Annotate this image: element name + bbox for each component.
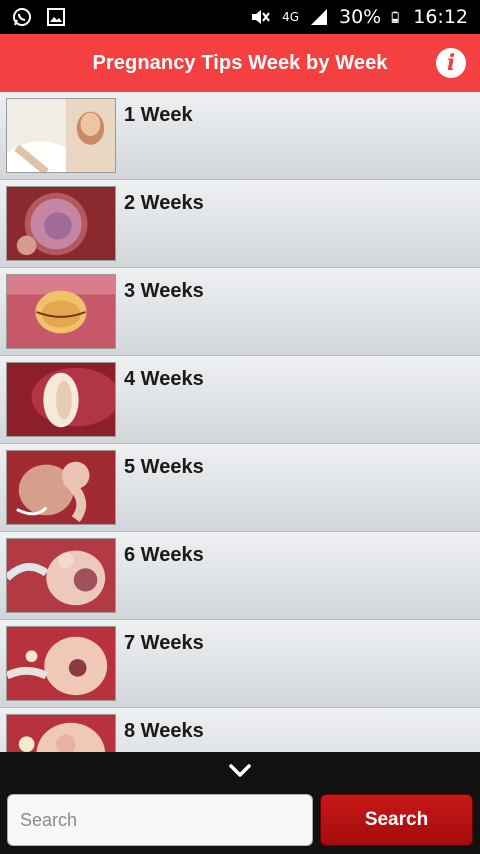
list-item-week-5[interactable]: 5 Weeks (0, 444, 480, 532)
week-thumbnail (6, 626, 116, 701)
battery-percent: 30% (339, 6, 382, 28)
week-thumbnail (6, 362, 116, 437)
week-label: 2 Weeks (124, 192, 204, 214)
week-label: 7 Weeks (124, 632, 204, 654)
mute-icon (252, 10, 270, 24)
list-item-week-6[interactable]: 6 Weeks (0, 532, 480, 620)
bottom-bar: Search (0, 752, 480, 854)
app-header: Pregnancy Tips Week by Week i (0, 34, 480, 92)
week-thumbnail (6, 274, 116, 349)
page-title: Pregnancy Tips Week by Week (92, 51, 388, 74)
chevron-down-icon[interactable] (226, 762, 254, 780)
week-thumbnail (6, 450, 116, 525)
week-label: 5 Weeks (124, 456, 204, 478)
week-label: 8 Weeks (124, 720, 204, 742)
list-item-week-2[interactable]: 2 Weeks (0, 180, 480, 268)
week-label: 3 Weeks (124, 280, 204, 302)
week-thumbnail (6, 186, 116, 261)
week-thumbnail (6, 714, 116, 752)
status-right: 4G 30% 16:12 (248, 6, 468, 28)
status-left (12, 7, 66, 27)
list-item-week-1[interactable]: 1 Week (0, 92, 480, 180)
image-icon (47, 8, 65, 26)
battery-icon (391, 11, 399, 23)
status-bar: 4G 30% 16:12 (0, 0, 480, 34)
week-thumbnail (6, 538, 116, 613)
week-list: 1 Week 2 Weeks 3 Weeks 4 Weeks 5 Weeks 6… (0, 92, 480, 752)
week-label: 4 Weeks (124, 368, 204, 390)
list-item-week-7[interactable]: 7 Weeks (0, 620, 480, 708)
network-type: 4G (282, 10, 299, 24)
info-icon[interactable]: i (436, 48, 466, 78)
whatsapp-icon (13, 8, 31, 26)
list-item-week-3[interactable]: 3 Weeks (0, 268, 480, 356)
search-input[interactable] (7, 794, 313, 846)
list-item-week-4[interactable]: 4 Weeks (0, 356, 480, 444)
week-label: 1 Week (124, 104, 193, 126)
clock: 16:12 (413, 6, 468, 28)
search-button[interactable]: Search (320, 794, 473, 846)
signal-icon (311, 9, 327, 25)
list-item-week-8[interactable]: 8 Weeks (0, 708, 480, 752)
week-label: 6 Weeks (124, 544, 204, 566)
week-thumbnail (6, 98, 116, 173)
